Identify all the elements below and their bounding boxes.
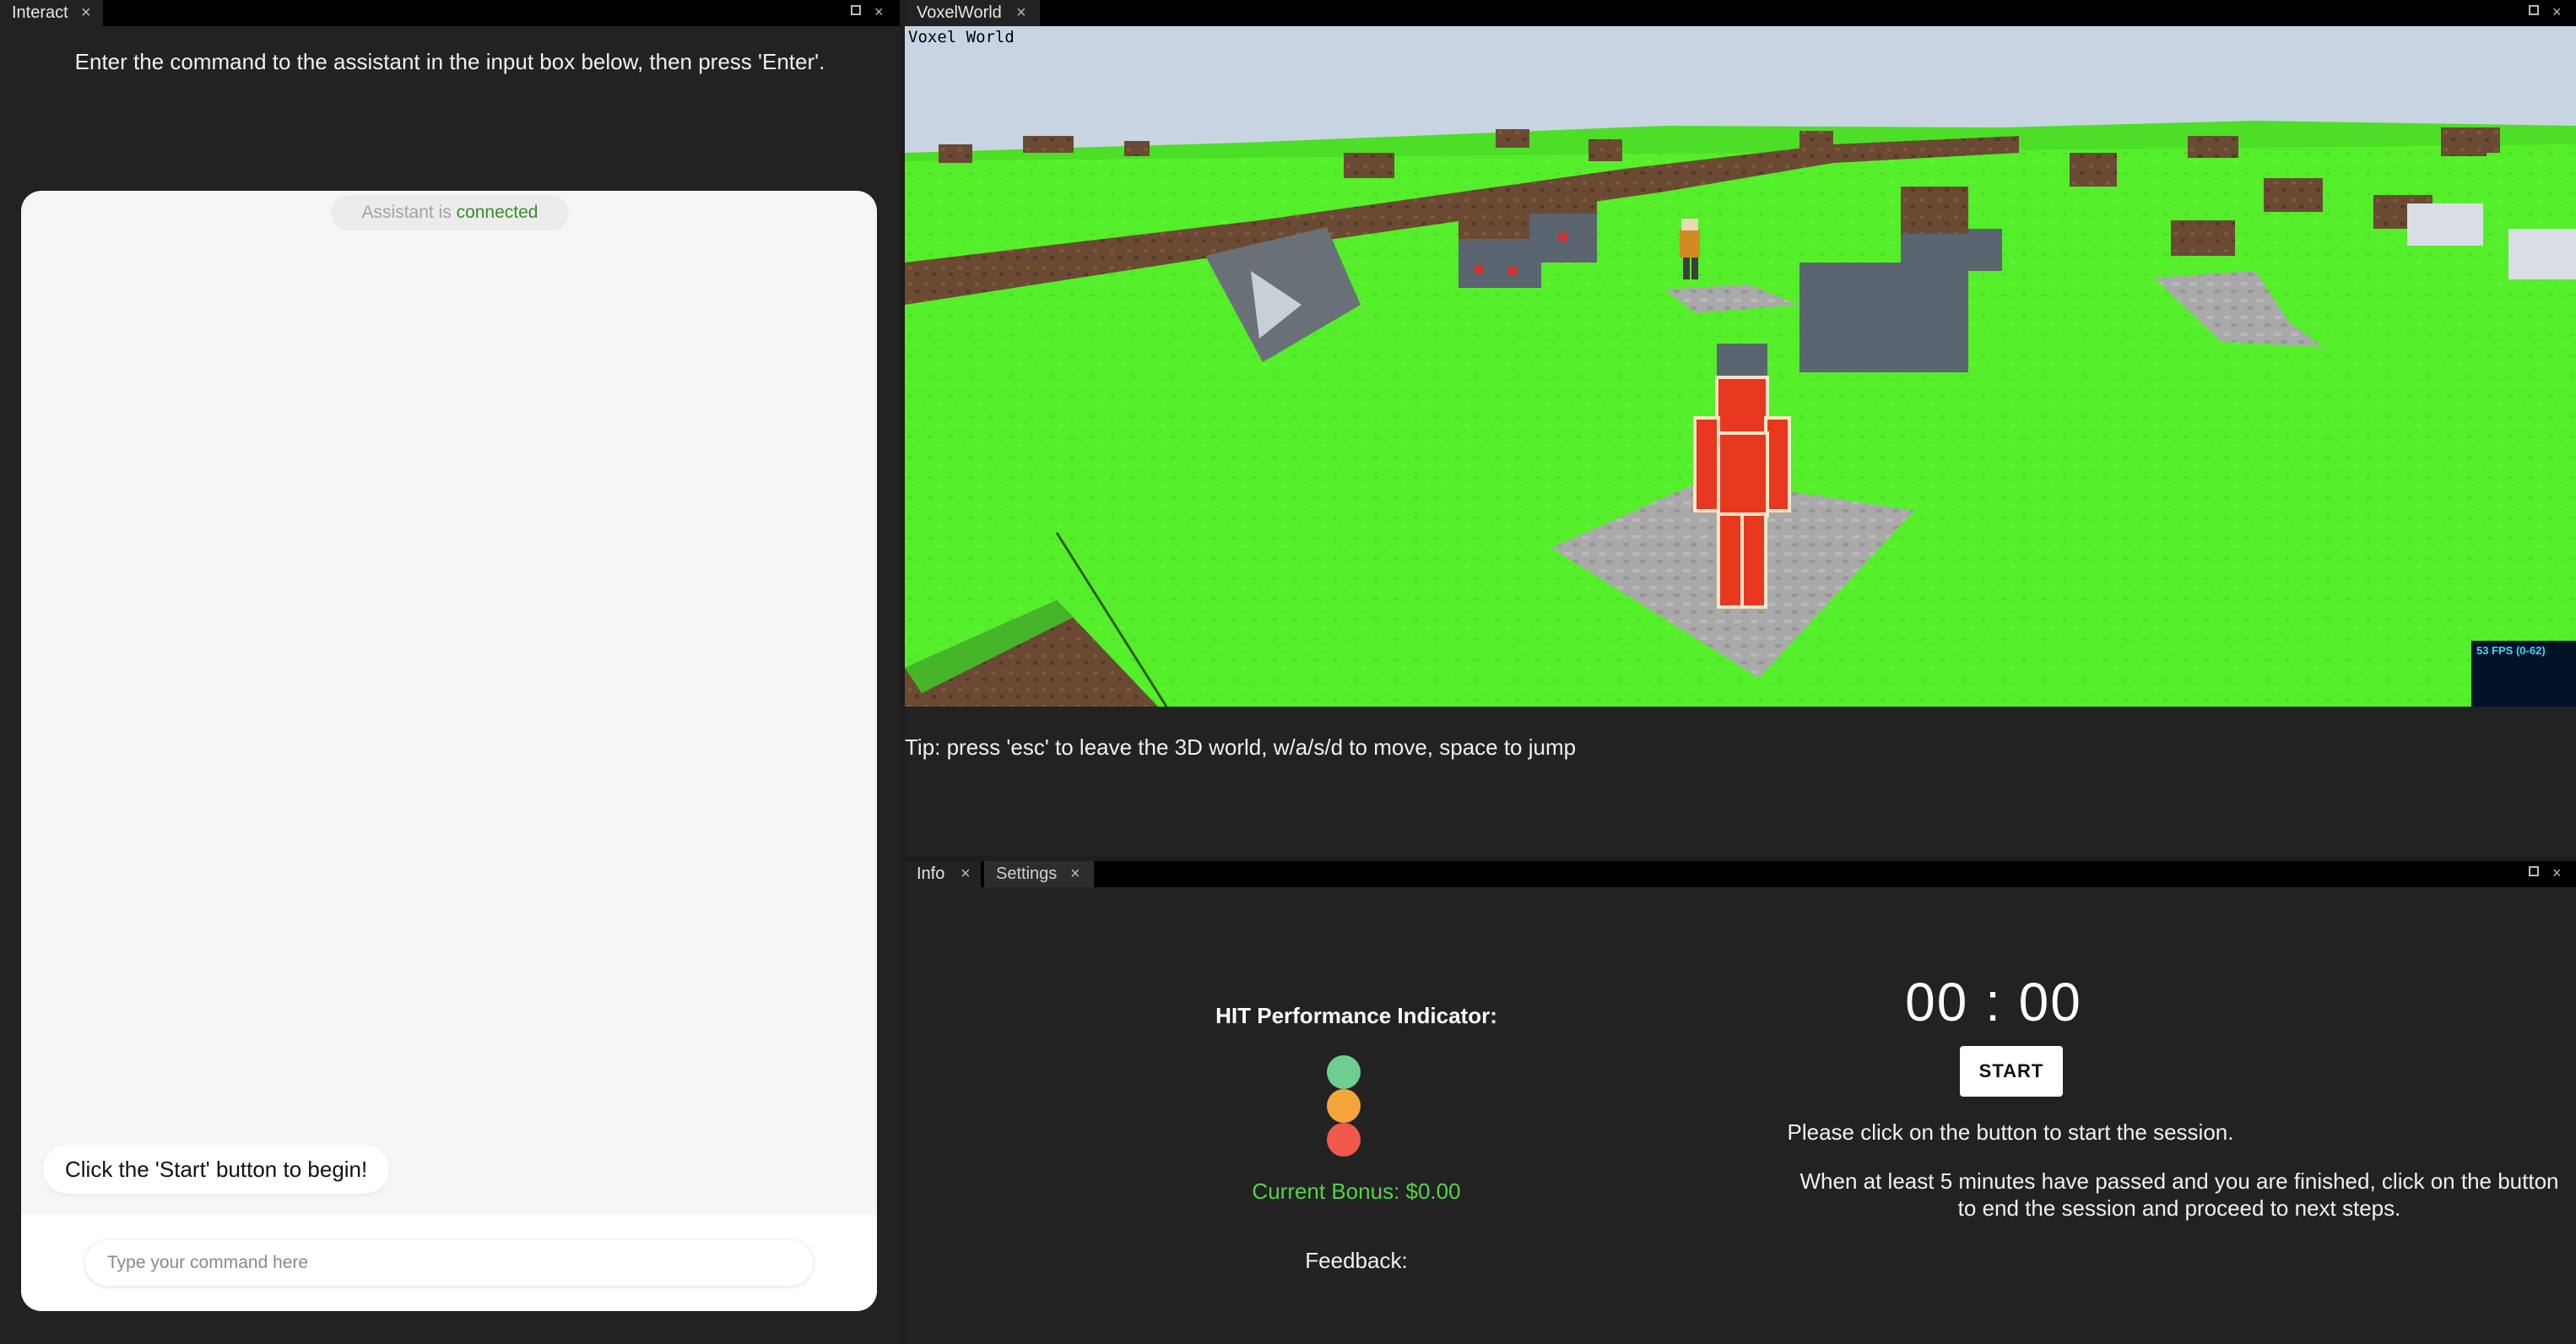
close-icon[interactable]: × (2552, 3, 2562, 21)
status-prefix: Assistant is (361, 203, 452, 222)
input-area (21, 1215, 877, 1311)
start-button[interactable]: START (1960, 1046, 2063, 1097)
close-icon[interactable]: × (81, 0, 91, 26)
tab-settings[interactable]: Settings × (984, 861, 1094, 887)
maximize-icon[interactable] (2529, 866, 2539, 876)
close-icon[interactable]: × (874, 3, 884, 21)
hit-performance-title: HIT Performance Indicator: (1215, 1003, 1497, 1028)
tab-info[interactable]: Info × (905, 861, 981, 887)
command-input[interactable] (85, 1240, 813, 1286)
voxelworld-panel: VoxelWorld × × Voxel World 53 FPS (0-62)… (905, 0, 2576, 856)
maximize-icon[interactable] (851, 5, 861, 15)
current-bonus: Current Bonus: $0.00 (1252, 1179, 1461, 1204)
close-icon[interactable]: × (2552, 864, 2562, 882)
status-value: connected (456, 203, 538, 222)
maximize-icon[interactable] (2529, 5, 2539, 15)
tab-interact[interactable]: Interact × (0, 0, 103, 26)
feedback-label: Feedback: (1305, 1248, 1408, 1273)
voxelworld-tabbar: VoxelWorld × × (905, 0, 2576, 26)
indicator-light-green (1327, 1055, 1361, 1089)
tab-voxelworld[interactable]: VoxelWorld × (905, 0, 1040, 26)
interact-panel: Interact × × Enter the command to the as… (0, 0, 900, 1344)
tip-text: Tip: press 'esc' to leave the 3D world, … (905, 734, 1577, 760)
interact-tabbar: Interact × × (0, 0, 900, 26)
indicator-light-orange (1327, 1089, 1361, 1123)
info-panel: Info × Settings × × HIT Performance Indi… (905, 861, 2576, 1344)
tab-info-label: Info (917, 864, 945, 883)
session-timer: 00 : 00 (1905, 972, 2082, 1032)
3d-world-viewport[interactable]: Voxel World 53 FPS (0-62) (905, 26, 2576, 707)
fps-meter: 53 FPS (0-62) (2471, 641, 2576, 707)
chat-window: Assistant is connected Click the 'Start'… (21, 191, 877, 1311)
tab-voxelworld-label: VoxelWorld (917, 3, 1002, 22)
end-instruction: When at least 5 minutes have passed and … (1799, 1168, 2559, 1221)
info-tabbar: Info × Settings × × (905, 861, 2576, 887)
close-icon[interactable]: × (961, 861, 971, 887)
tab-settings-label: Settings (996, 864, 1058, 883)
start-instruction: Please click on the button to start the … (1787, 1119, 2234, 1145)
tab-interact-label: Interact (12, 3, 68, 22)
indicator-light-red (1327, 1123, 1361, 1157)
status-badge: Assistant is connected (331, 195, 569, 230)
stone-house (1799, 263, 1968, 372)
close-icon[interactable]: × (1016, 0, 1026, 26)
instruction-text: Enter the command to the assistant in th… (74, 49, 825, 74)
fps-text: 53 FPS (0-62) (2476, 644, 2546, 657)
viewport-label: Voxel World (908, 28, 1015, 46)
close-icon[interactable]: × (1070, 861, 1080, 887)
voxel-scene (905, 26, 2576, 707)
assistant-message: Click the 'Start' button to begin! (43, 1145, 390, 1194)
